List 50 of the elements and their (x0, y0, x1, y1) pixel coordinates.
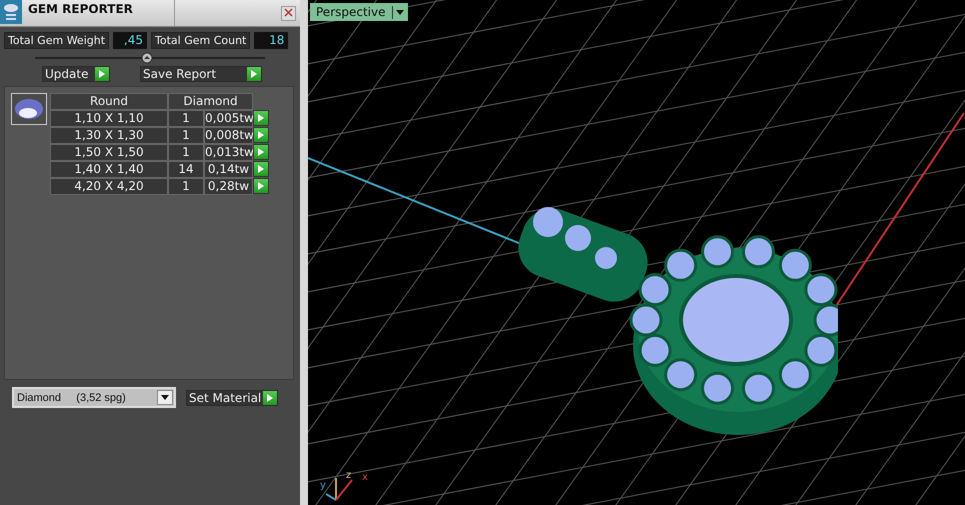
play-icon (258, 131, 264, 139)
play-icon (258, 148, 264, 156)
play-icon (258, 114, 264, 122)
play-icon (267, 394, 273, 402)
material-dropdown[interactable]: Diamond (3,52 spg) (12, 387, 176, 408)
table-cell: 0,005tw (204, 110, 253, 127)
view-dropdown[interactable]: Perspective (310, 3, 408, 21)
collapse-toggle-icon[interactable] (142, 52, 152, 64)
caret-icon (161, 395, 169, 400)
axis-label: x (362, 472, 368, 483)
table-cell: 1,50 X 1,50 (50, 144, 168, 161)
table-cell: 1 (168, 178, 204, 195)
set-material-button[interactable]: Set Material (186, 390, 278, 406)
play-icon (251, 70, 257, 78)
column-header: Diamond (168, 93, 253, 110)
count-label: Total Gem Count (151, 32, 250, 49)
row-play-button[interactable] (253, 127, 269, 143)
table-cell: 1 (168, 144, 204, 161)
table-cell: 1 (168, 110, 204, 127)
row-play-button[interactable] (253, 110, 269, 126)
axis-label: z (346, 470, 352, 481)
table-cell: 14 (168, 161, 204, 178)
table-cell: 1 (168, 127, 204, 144)
table-cell: 0,14tw (204, 161, 253, 178)
column-header: Round (50, 93, 168, 110)
row-play-button[interactable] (253, 178, 269, 194)
row-play-button[interactable] (253, 161, 269, 177)
axis-label: y (320, 480, 326, 491)
close-icon (284, 8, 293, 17)
row-play-button[interactable] (253, 144, 269, 160)
table-cell: 4,20 X 4,20 (50, 178, 168, 195)
table-cell: 1,10 X 1,10 (50, 110, 168, 127)
play-icon (258, 182, 264, 190)
table-cell: 1,30 X 1,30 (50, 127, 168, 144)
action-button[interactable]: Update (42, 66, 110, 82)
close-button[interactable] (281, 6, 296, 21)
table-cell: 1,40 X 1,40 (50, 161, 168, 178)
gem-icon (14, 98, 44, 120)
play-icon (99, 70, 105, 78)
weight-label: Total Gem Weight (4, 32, 110, 49)
weight-value: ,45 (113, 32, 148, 49)
table-cell: 0,28tw (204, 178, 253, 195)
table-cell: 0,008tw (204, 127, 253, 144)
table-cell: 0,013tw (204, 144, 253, 161)
count-value: 18 (254, 32, 288, 49)
action-button[interactable]: Save Report (140, 66, 262, 82)
app-icon (0, 0, 22, 24)
play-icon (258, 165, 264, 173)
panel-title: GEM REPORTER (22, 0, 175, 26)
caret-icon (396, 10, 404, 14)
